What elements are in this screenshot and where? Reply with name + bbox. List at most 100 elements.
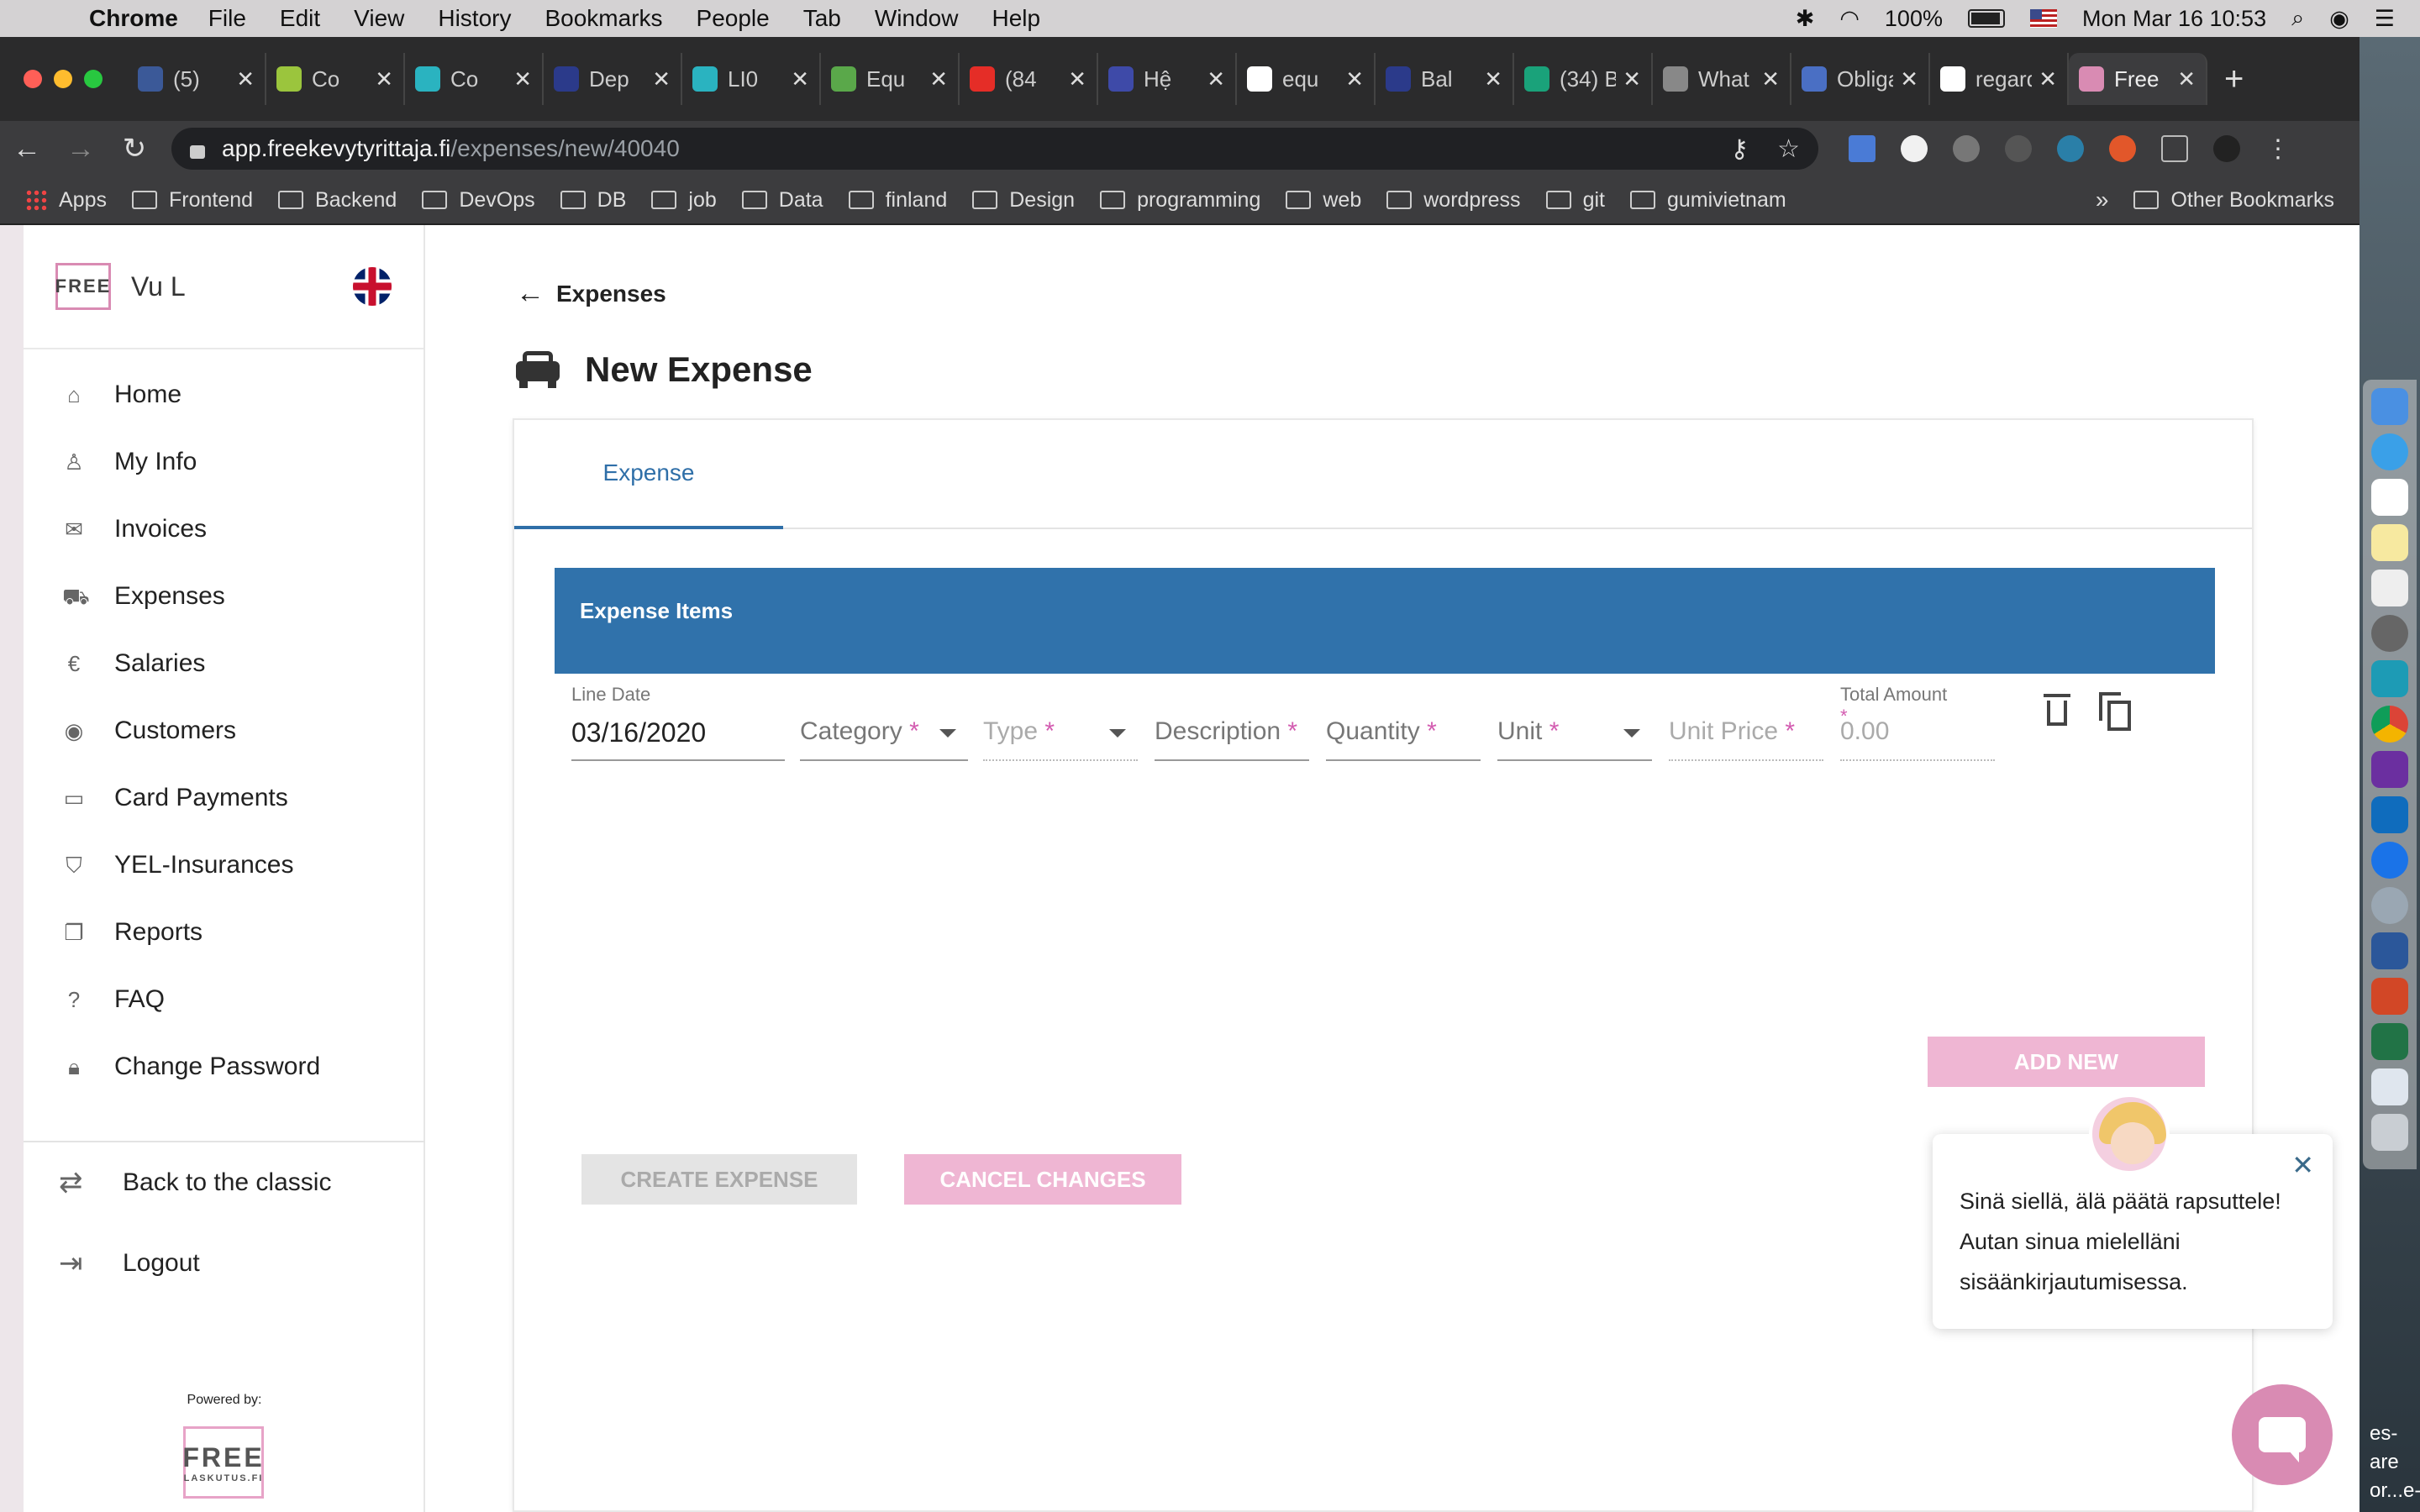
minimize-window-button[interactable] xyxy=(54,70,72,88)
settings-extension-icon[interactable] xyxy=(1953,135,1980,162)
spotlight-search-icon[interactable]: ⌕ xyxy=(2291,5,2304,32)
tab-close-icon[interactable]: ✕ xyxy=(236,66,255,92)
phpstorm-icon[interactable] xyxy=(2371,751,2408,788)
browser-tab[interactable]: Dep ✕ xyxy=(544,53,682,105)
duplicate-icon[interactable] xyxy=(2097,692,2131,731)
back-to-classic-link[interactable]: ⇄ Back to the classic xyxy=(24,1149,425,1216)
react-extension-icon[interactable] xyxy=(2057,135,2084,162)
tab-close-icon[interactable]: ✕ xyxy=(1207,66,1225,92)
tab-close-icon[interactable]: ✕ xyxy=(375,66,393,92)
menu-tab[interactable]: Tab xyxy=(803,5,841,32)
unit-price-input[interactable]: Unit Price * xyxy=(1669,674,1823,761)
notification-center-icon[interactable]: ☰ xyxy=(2375,6,2395,32)
browser-tab[interactable]: Obligat ✕ xyxy=(1791,53,1930,105)
chrome-menu-icon[interactable]: ⋮ xyxy=(2265,134,2291,164)
reminders-icon[interactable] xyxy=(2371,570,2408,606)
bookmark-folder[interactable]: git xyxy=(1545,188,1605,213)
battery-icon[interactable] xyxy=(1967,9,2005,28)
tab-close-icon[interactable]: ✕ xyxy=(1068,66,1086,92)
tab-close-icon[interactable]: ✕ xyxy=(2177,66,2196,92)
bookmark-folder[interactable]: gumivietnam xyxy=(1629,188,1786,213)
extension-icon[interactable] xyxy=(1901,135,1928,162)
sidebar-item-home[interactable]: ⌂ Home xyxy=(24,361,424,428)
bookmark-folder[interactable]: wordpress xyxy=(1386,188,1521,213)
finder-icon[interactable] xyxy=(2371,388,2408,425)
sidebar-item-faq[interactable]: ? FAQ xyxy=(24,966,424,1033)
category-select[interactable]: Category * xyxy=(800,674,968,761)
bluetooth-icon[interactable]: ✱ xyxy=(1796,6,1815,32)
bookmark-folder[interactable]: Frontend xyxy=(131,188,253,213)
tab-close-icon[interactable]: ✕ xyxy=(1623,66,1641,92)
address-bar[interactable]: app.freekevytyrittaja.fi/expenses/new/40… xyxy=(171,128,1818,170)
translate-extension-icon[interactable] xyxy=(1849,135,1876,162)
word-icon[interactable] xyxy=(2371,932,2408,969)
excel-icon[interactable] xyxy=(2371,1023,2408,1060)
system-preferences-icon[interactable] xyxy=(2371,615,2408,652)
key-icon[interactable]: ⚷ xyxy=(1730,134,1749,164)
sidebar-item-card-payments[interactable]: ▭ Card Payments xyxy=(24,764,424,832)
browser-tab[interactable]: equ ✕ xyxy=(1237,53,1376,105)
cancel-changes-button[interactable]: CANCEL CHANGES xyxy=(904,1154,1181,1205)
delete-icon[interactable] xyxy=(2040,692,2074,731)
app-menu-chrome[interactable]: Chrome xyxy=(89,5,178,32)
bookmark-folder[interactable]: Data xyxy=(741,188,823,213)
forward-button[interactable]: → xyxy=(54,133,108,165)
input-source-flag-icon[interactable] xyxy=(2029,9,2057,28)
menu-history[interactable]: History xyxy=(438,5,511,32)
bookmark-folder[interactable]: Design xyxy=(972,188,1075,213)
add-new-button[interactable]: ADD NEW xyxy=(1928,1037,2205,1087)
reload-button[interactable]: ↻ xyxy=(108,132,161,165)
clock[interactable]: Mon Mar 16 10:53 xyxy=(2082,6,2266,32)
bookmark-folder[interactable]: Backend xyxy=(278,188,397,213)
tab-close-icon[interactable]: ✕ xyxy=(1900,66,1918,92)
unit-select[interactable]: Unit * xyxy=(1497,674,1652,761)
browser-tab[interactable]: (34) Ba ✕ xyxy=(1514,53,1653,105)
sidebar-item-reports[interactable]: ❐ Reports xyxy=(24,899,424,966)
tab-close-icon[interactable]: ✕ xyxy=(513,66,532,92)
tab-close-icon[interactable]: ✕ xyxy=(929,66,948,92)
redux-extension-icon[interactable] xyxy=(2005,135,2032,162)
back-button[interactable]: ← xyxy=(0,133,54,165)
bookmark-apps[interactable]: Apps xyxy=(25,188,107,213)
back-to-expenses-link[interactable]: ← Expenses xyxy=(516,277,666,310)
tab-close-icon[interactable]: ✕ xyxy=(1761,66,1780,92)
browser-tab[interactable]: (5) ✕ xyxy=(128,53,266,105)
bookmark-star-icon[interactable]: ☆ xyxy=(1777,134,1800,164)
tab-expense[interactable]: Expense xyxy=(514,420,783,529)
logout-link[interactable]: ⇥ Logout xyxy=(24,1230,425,1297)
close-window-button[interactable] xyxy=(24,70,42,88)
bookmark-folder[interactable]: finland xyxy=(848,188,947,213)
browser-tab[interactable]: Co ✕ xyxy=(405,53,544,105)
app-logo[interactable]: FREE xyxy=(55,263,111,310)
chrome-icon[interactable] xyxy=(2371,706,2408,743)
calendar-icon[interactable] xyxy=(2371,479,2408,516)
browser-tab[interactable]: Hệ ✕ xyxy=(1098,53,1237,105)
bookmark-folder[interactable]: web xyxy=(1286,188,1361,213)
disk-utility-icon[interactable] xyxy=(2371,887,2408,924)
lock-icon[interactable] xyxy=(190,145,205,159)
description-input[interactable]: Description * xyxy=(1155,674,1309,761)
bookmark-folder[interactable]: programming xyxy=(1100,188,1260,213)
tab-close-icon[interactable]: ✕ xyxy=(1345,66,1364,92)
line-date-field[interactable]: Line Date 03/16/2020 xyxy=(571,674,785,761)
bookmark-folder[interactable]: job xyxy=(651,188,717,213)
powered-by-logo[interactable]: FREE LASKUTUS.FI xyxy=(182,1426,264,1499)
tab-close-icon[interactable]: ✕ xyxy=(791,66,809,92)
sidebar-item-salaries[interactable]: € Salaries xyxy=(24,630,424,697)
browser-tab[interactable]: Free ✕ xyxy=(2069,53,2207,105)
browser-tab[interactable]: What Is ✕ xyxy=(1653,53,1791,105)
menu-edit[interactable]: Edit xyxy=(280,5,320,32)
browser-tab[interactable]: regards ✕ xyxy=(1930,53,2069,105)
tab-close-icon[interactable]: ✕ xyxy=(1484,66,1502,92)
browser-tab[interactable]: (84 ✕ xyxy=(960,53,1098,105)
new-tab-button[interactable]: + xyxy=(2224,60,2244,98)
media-control-icon[interactable] xyxy=(2161,135,2188,162)
sidebar-item-invoices[interactable]: ✉ Invoices xyxy=(24,496,424,563)
language-flag-icon[interactable] xyxy=(353,267,392,306)
profile-avatar[interactable] xyxy=(2213,135,2240,162)
browser-tab[interactable]: LI0 ✕ xyxy=(682,53,821,105)
sidebar-item-yel-insurances[interactable]: ⛉ YEL-Insurances xyxy=(24,832,424,899)
browser-tab[interactable]: Co ✕ xyxy=(266,53,405,105)
chat-launcher-button[interactable] xyxy=(2232,1384,2333,1485)
trash-icon[interactable] xyxy=(2371,1114,2408,1151)
